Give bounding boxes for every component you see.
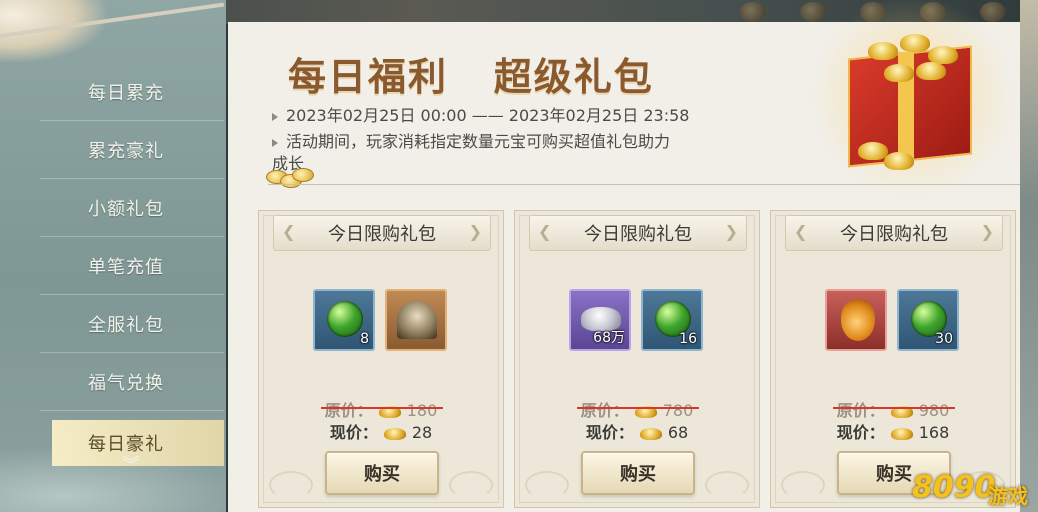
original-price-label: 原价：: [324, 401, 373, 420]
gold-ingot-icon: [890, 427, 913, 440]
main-panel: 每日福利 超级礼包 2023年02月25日 00:00 —— 2023年02月2…: [228, 0, 1038, 512]
event-description-text: 活动期间，玩家消耗指定数量元宝可购买超值礼包助力: [286, 132, 671, 151]
current-price-value: 168: [918, 423, 950, 442]
gold-ingot-icon: [383, 427, 406, 440]
sidebar-item-server-pack[interactable]: 全服礼包: [40, 296, 224, 353]
cloud-decoration: [705, 471, 749, 499]
reward-item-green-orb[interactable]: 8: [313, 289, 375, 351]
buy-button[interactable]: 购买: [325, 451, 439, 495]
event-period-text: 2023年02月25日 00:00 —— 2023年02月25日 23:58: [286, 106, 690, 125]
card-title: 今日限购礼包: [273, 215, 491, 251]
card-title: 今日限购礼包: [785, 215, 1003, 251]
watermark-word: 游戏: [988, 484, 1028, 508]
item-quantity: 8: [360, 331, 369, 347]
game-scene-right: [1020, 0, 1038, 512]
sidebar-item-daily-recharge[interactable]: 每日累充: [40, 64, 224, 121]
reward-item-lucky-bag[interactable]: [825, 289, 887, 351]
sidebar-item-small-pack[interactable]: 小额礼包: [40, 180, 224, 237]
bullet-icon: [272, 112, 278, 121]
item-quantity: 68万: [593, 330, 625, 346]
cloud-decoration: [449, 471, 493, 499]
gift-card-1: 今日限购礼包 8 原价： 180 现价： 28 购买: [258, 210, 504, 508]
cloud-decoration: [781, 471, 825, 499]
gold-ingot-icon: [639, 427, 662, 440]
current-price-label: 现价：: [836, 423, 885, 442]
sidebar-item-label: 单笔充值: [88, 257, 164, 278]
original-price: 原价： 180: [259, 397, 503, 421]
current-price: 现价： 168: [771, 419, 1015, 443]
sidebar-item-label: 累充豪礼: [88, 141, 164, 162]
current-price-label: 现价：: [585, 423, 634, 442]
divider: [268, 184, 1028, 185]
reward-item-green-orb[interactable]: 16: [641, 289, 703, 351]
page-title: 每日福利 超级礼包: [288, 54, 654, 99]
original-price-label: 原价：: [580, 401, 629, 420]
reward-item-green-orb[interactable]: 30: [897, 289, 959, 351]
current-price: 现价： 28: [259, 419, 503, 443]
sidebar-item-cumulative-gift[interactable]: 累充豪礼: [40, 122, 224, 179]
current-price: 现价： 68: [515, 419, 759, 443]
scene-ornament: [740, 2, 766, 22]
sundial-icon: [397, 301, 437, 339]
original-price-value: 780: [662, 401, 694, 420]
chevron-down-icon[interactable]: ︾: [118, 456, 144, 476]
lucky-bag-icon: [841, 299, 875, 341]
cloud-decoration: [269, 471, 313, 499]
watermark-logo: 8090 游戏: [912, 466, 1032, 510]
reward-item-silver-ingot[interactable]: 68万: [569, 289, 631, 351]
sidebar-item-label: 每日累充: [88, 83, 164, 104]
reward-item-sundial[interactable]: [385, 289, 447, 351]
gift-card-3: 今日限购礼包 30 原价：980 现价：168 购买: [770, 210, 1016, 508]
original-price: 原价： 980: [771, 397, 1015, 421]
item-quantity: 30: [935, 331, 953, 347]
original-price-label: 原价：: [836, 401, 885, 420]
sidebar-item-label: 每日豪礼: [88, 434, 164, 455]
gift-card-2: 今日限购礼包 68万 16 原价： 780 现价： 68 购买: [514, 210, 760, 508]
watermark-digits: 8090: [912, 470, 996, 505]
current-price-value: 28: [411, 423, 433, 442]
original-price: 原价： 780: [515, 397, 759, 421]
original-price-value: 980: [918, 401, 950, 420]
sidebar-item-label: 福气兑换: [88, 373, 164, 394]
sidebar-item-fortune-exchange[interactable]: 福气兑换: [40, 354, 224, 411]
gift-box-icon: [798, 0, 1028, 202]
current-price-label: 现价：: [329, 423, 378, 442]
original-price-value: 180: [406, 401, 438, 420]
cloud-decoration: [525, 471, 569, 499]
event-period: 2023年02月25日 00:00 —— 2023年02月25日 23:58: [272, 106, 689, 126]
buy-button[interactable]: 购买: [581, 451, 695, 495]
current-price-value: 68: [667, 423, 689, 442]
green-orb-icon: [327, 301, 363, 337]
strike-line: [577, 407, 699, 409]
sidebar-item-label: 小额礼包: [88, 199, 164, 220]
item-quantity: 16: [679, 331, 697, 347]
bullet-icon: [272, 138, 278, 147]
strike-line: [321, 407, 443, 409]
sidebar-item-single-recharge[interactable]: 单笔充值: [40, 238, 224, 295]
strike-line: [833, 407, 955, 409]
card-title: 今日限购礼包: [529, 215, 747, 251]
sidebar-item-label: 全服礼包: [88, 315, 164, 336]
sidebar: 每日累充 累充豪礼 小额礼包 单笔充值 全服礼包 福气兑换 每日豪礼 ︾: [0, 0, 226, 512]
event-description: 活动期间，玩家消耗指定数量元宝可购买超值礼包助力: [272, 132, 670, 152]
